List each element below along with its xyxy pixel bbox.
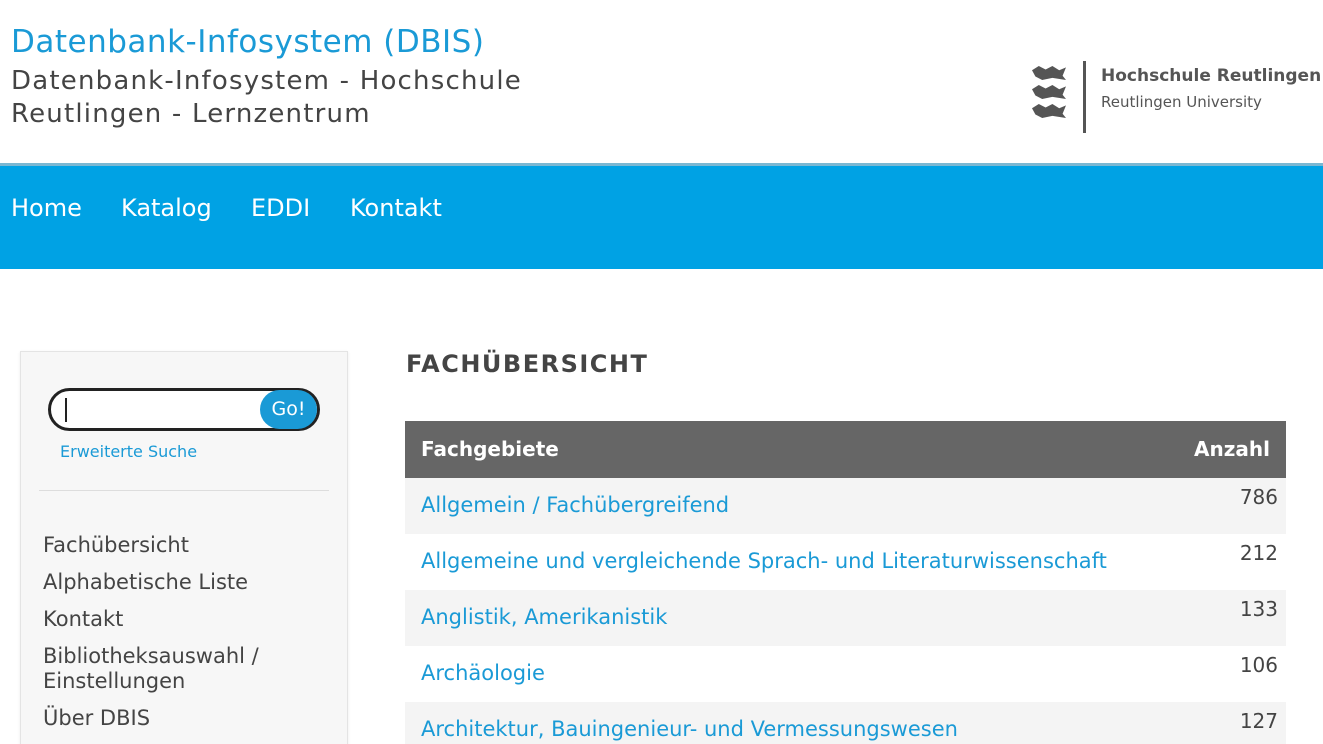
- subject-link[interactable]: Allgemeine und vergleichende Sprach- und…: [421, 549, 1107, 573]
- page-title: FACHÜBERSICHT: [406, 350, 649, 378]
- university-logo[interactable]: Hochschule Reutlingen Reutlingen Univers…: [1030, 58, 1323, 138]
- site-subtitle: Datenbank-Infosystem - Hochschule Reutli…: [11, 66, 522, 129]
- sidebar-item-fachuebersicht[interactable]: Fachübersicht: [43, 533, 333, 558]
- subject-table: Fachgebiete Anzahl Allgemein / Fachüberg…: [405, 421, 1286, 744]
- sidebar-divider: [39, 490, 329, 491]
- logo-subtitle: Reutlingen University: [1101, 93, 1262, 111]
- sidebar: Go! Erweiterte Suche Fachübersicht Alpha…: [20, 351, 348, 744]
- subject-count: 127: [1239, 709, 1278, 733]
- site-title[interactable]: Datenbank-Infosystem (DBIS): [11, 24, 484, 60]
- sidebar-item-ueber-dbis[interactable]: Über DBIS: [43, 706, 333, 731]
- subject-count: 106: [1239, 653, 1278, 677]
- lions-crest-icon: [1032, 66, 1072, 126]
- sidebar-item-alphabetische-liste[interactable]: Alphabetische Liste: [43, 570, 333, 595]
- subject-link[interactable]: Allgemein / Fachübergreifend: [421, 493, 729, 517]
- advanced-search-link[interactable]: Erweiterte Suche: [60, 442, 197, 461]
- subject-count: 786: [1239, 485, 1278, 509]
- logo-divider: [1083, 61, 1086, 133]
- table-row: Allgemein / Fachübergreifend 786: [405, 478, 1286, 534]
- subject-link[interactable]: Archäologie: [421, 661, 545, 685]
- nav-item-eddi[interactable]: EDDI: [251, 194, 310, 222]
- subject-link[interactable]: Anglistik, Amerikanistik: [421, 605, 667, 629]
- search-box: Go!: [48, 388, 320, 431]
- search-input[interactable]: [61, 395, 251, 424]
- table-row: Archäologie 106: [405, 646, 1286, 702]
- column-header-count: Anzahl: [1194, 437, 1270, 461]
- table-row: Anglistik, Amerikanistik 133: [405, 590, 1286, 646]
- nav-item-kontakt[interactable]: Kontakt: [350, 194, 442, 222]
- sidebar-menu: Fachübersicht Alphabetische Liste Kontak…: [43, 533, 333, 743]
- table-header: Fachgebiete Anzahl: [405, 421, 1286, 478]
- go-button[interactable]: Go!: [260, 390, 317, 429]
- column-header-subject: Fachgebiete: [421, 437, 559, 461]
- subject-count: 133: [1239, 597, 1278, 621]
- nav-item-katalog[interactable]: Katalog: [121, 194, 212, 222]
- logo-name: Hochschule Reutlingen: [1101, 66, 1322, 86]
- table-row: Architektur, Bauingenieur- und Vermessun…: [405, 702, 1286, 744]
- subject-link[interactable]: Architektur, Bauingenieur- und Vermessun…: [421, 717, 958, 741]
- sidebar-item-kontakt[interactable]: Kontakt: [43, 607, 333, 632]
- nav-item-home[interactable]: Home: [11, 194, 82, 222]
- page-header: Datenbank-Infosystem (DBIS) Datenbank-In…: [0, 0, 1323, 163]
- subject-count: 212: [1239, 541, 1278, 565]
- main-navigation: Home Katalog EDDI Kontakt: [0, 163, 1323, 269]
- text-caret: [65, 398, 67, 422]
- sidebar-item-bibliotheksauswahl[interactable]: Bibliotheksauswahl / Einstellungen: [43, 644, 333, 694]
- table-row: Allgemeine und vergleichende Sprach- und…: [405, 534, 1286, 590]
